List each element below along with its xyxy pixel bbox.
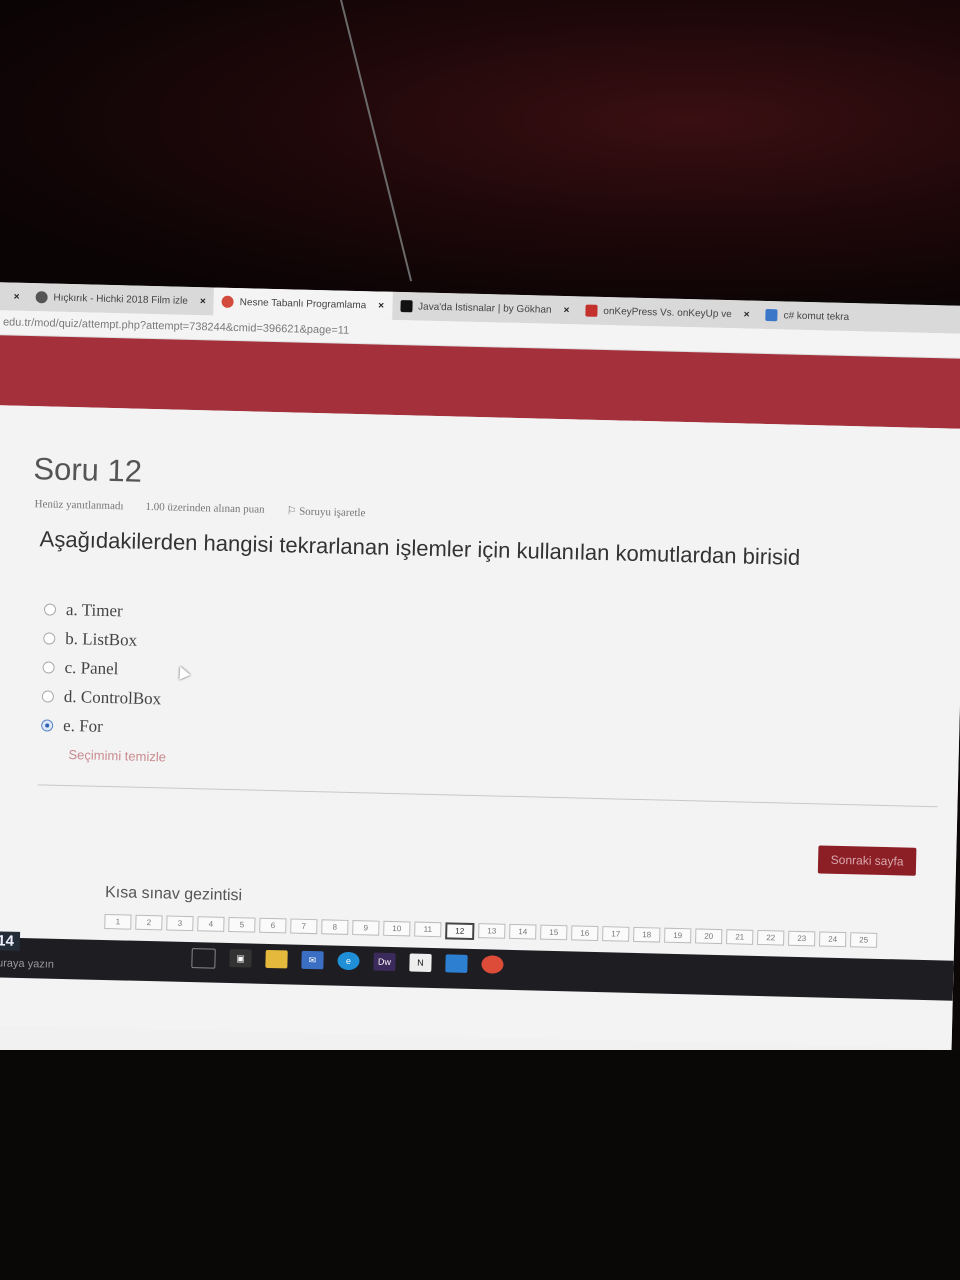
dotnet-icon (765, 308, 778, 322)
tab-close-icon[interactable]: × (14, 291, 20, 302)
quiz-nav-page[interactable]: 21 (726, 929, 754, 945)
answer-label: a. Timer (65, 599, 123, 620)
quiz-nav-page[interactable]: 16 (571, 925, 599, 942)
answer-list: a. Timer b. ListBox c. Panel d. ControlB… (41, 594, 164, 742)
radio-button[interactable] (42, 660, 55, 674)
edge-icon[interactable]: e (337, 951, 360, 971)
quiz-navigation-title: Kısa sınav gezintisi (104, 883, 243, 905)
answer-label: e. For (62, 715, 104, 736)
tab-title: c# komut tekra (783, 309, 850, 323)
chrome-icon[interactable] (481, 955, 504, 974)
qa-icon (585, 304, 598, 317)
radio-button[interactable] (43, 602, 57, 616)
quiz-nav-page[interactable]: 17 (602, 926, 630, 942)
moodle-icon (221, 295, 234, 308)
answer-label: d. ControlBox (63, 686, 162, 708)
question-number: Soru 12 (33, 451, 143, 489)
tab-hichki[interactable]: Hıçkırık - Hichki 2018 Film izle × (27, 283, 214, 316)
question-meta: Henüz yanıtlanmadı 1.00 üzerinden alınan… (34, 498, 365, 519)
quiz-nav-page[interactable]: 13 (478, 923, 506, 939)
film-reel-icon (35, 291, 48, 304)
answer-label: b. ListBox (65, 628, 138, 650)
quiz-nav-page[interactable]: 4 (197, 916, 225, 932)
taskbar-search[interactable]: in buraya yazın (0, 957, 54, 971)
radio-button[interactable] (41, 689, 55, 703)
clock: 4:14 (0, 930, 21, 951)
quiz-nav-page[interactable]: 8 (321, 919, 349, 935)
monitor-screen: × Hıçkırık - Hichki 2018 Film izle × Nes… (0, 282, 960, 1076)
answer-option-d[interactable]: d. ControlBox (41, 681, 162, 713)
tab-title: onKeyPress Vs. onKeyUp ve (603, 305, 732, 320)
medium-icon (399, 300, 413, 313)
quiz-nav-page[interactable]: 2 (135, 914, 163, 931)
mouse-cursor-icon (174, 663, 191, 680)
quiz-nav-page[interactable]: 6 (259, 917, 287, 934)
tab-nesne[interactable]: Nesne Tabanlı Programlama × (213, 287, 393, 320)
clear-choice-link[interactable]: Seçimimi temizle (68, 747, 166, 764)
tab-close-icon[interactable]: × (378, 300, 384, 311)
tab-java[interactable]: Java'da İstisnalar | by Gökhan × (392, 292, 578, 325)
divider (37, 784, 938, 808)
flag-label: Soruyu işaretle (298, 505, 366, 520)
tab-onkeypress[interactable]: onKeyPress Vs. onKeyUp ve × (577, 296, 758, 328)
next-page-button[interactable]: Sonraki sayfa (817, 845, 917, 876)
answer-option-b[interactable]: b. ListBox (43, 623, 163, 655)
quiz-nav-page[interactable]: 9 (352, 920, 380, 936)
quiz-content: Soru 12 Henüz yanıtlanmadı 1.00 üzerinde… (0, 404, 960, 1049)
dreamweaver-icon[interactable]: Dw (373, 952, 396, 972)
notion-icon[interactable]: N (409, 953, 432, 972)
tab-0[interactable]: × (0, 282, 28, 311)
quiz-nav-page[interactable]: 1 (104, 913, 132, 930)
answer-option-e[interactable]: e. For (41, 710, 161, 742)
laptop-bezel (0, 1050, 960, 1280)
mail-icon[interactable]: ✉ (301, 950, 324, 970)
quiz-nav-page[interactable]: 10 (383, 920, 411, 937)
task-view-icon[interactable] (191, 948, 216, 969)
tab-close-icon[interactable]: × (563, 305, 569, 316)
quiz-nav-page[interactable]: 18 (633, 926, 661, 943)
answer-option-c[interactable]: c. Panel (42, 652, 162, 684)
radio-button-selected[interactable] (41, 718, 54, 732)
taskbar-icons: ▣ ✉ e Dw N (191, 948, 504, 976)
points-label: 1.00 üzerinden alınan puan (145, 500, 265, 516)
store-icon[interactable]: ▣ (229, 949, 252, 968)
tab-csharp[interactable]: c# komut tekra (757, 301, 857, 331)
quiz-nav-page[interactable]: 19 (664, 927, 692, 944)
quiz-nav-page[interactable]: 23 (788, 930, 816, 947)
quiz-nav-page[interactable]: 7 (290, 918, 318, 935)
tab-title: Java'da İstisnalar | by Gökhan (417, 300, 552, 316)
radio-button[interactable] (43, 631, 56, 645)
tab-close-icon[interactable]: × (744, 309, 750, 320)
answer-label: c. Panel (64, 657, 119, 678)
flag-icon: ⚐ (286, 505, 300, 518)
quiz-nav-page[interactable]: 15 (540, 924, 568, 941)
quiz-nav-page[interactable]: 12 (445, 922, 475, 941)
quiz-nav-page[interactable]: 24 (819, 931, 847, 948)
question-text: Aşağıdakilerden hangisi tekrarlanan işle… (39, 526, 801, 570)
quiz-nav-page[interactable]: 20 (695, 928, 723, 945)
photos-icon[interactable] (445, 954, 468, 973)
quiz-nav-page[interactable]: 5 (228, 917, 256, 933)
quiz-nav-page[interactable]: 3 (166, 915, 194, 932)
quiz-nav-page[interactable]: 25 (850, 932, 878, 948)
background-room (0, 0, 960, 300)
quiz-nav-page[interactable]: 14 (509, 923, 537, 940)
tab-title: Hıçkırık - Hichki 2018 Film izle (53, 292, 189, 307)
flag-question-link[interactable]: ⚐ Soruyu işaretle (286, 504, 365, 519)
file-explorer-icon[interactable] (265, 949, 288, 969)
answer-option-a[interactable]: a. Timer (43, 594, 164, 626)
tab-title: Nesne Tabanlı Programlama (239, 296, 367, 311)
quiz-nav-page[interactable]: 11 (414, 921, 442, 938)
answer-status: Henüz yanıtlanmadı (34, 498, 124, 513)
quiz-nav-page[interactable]: 22 (757, 929, 785, 946)
tab-close-icon[interactable]: × (200, 296, 206, 307)
